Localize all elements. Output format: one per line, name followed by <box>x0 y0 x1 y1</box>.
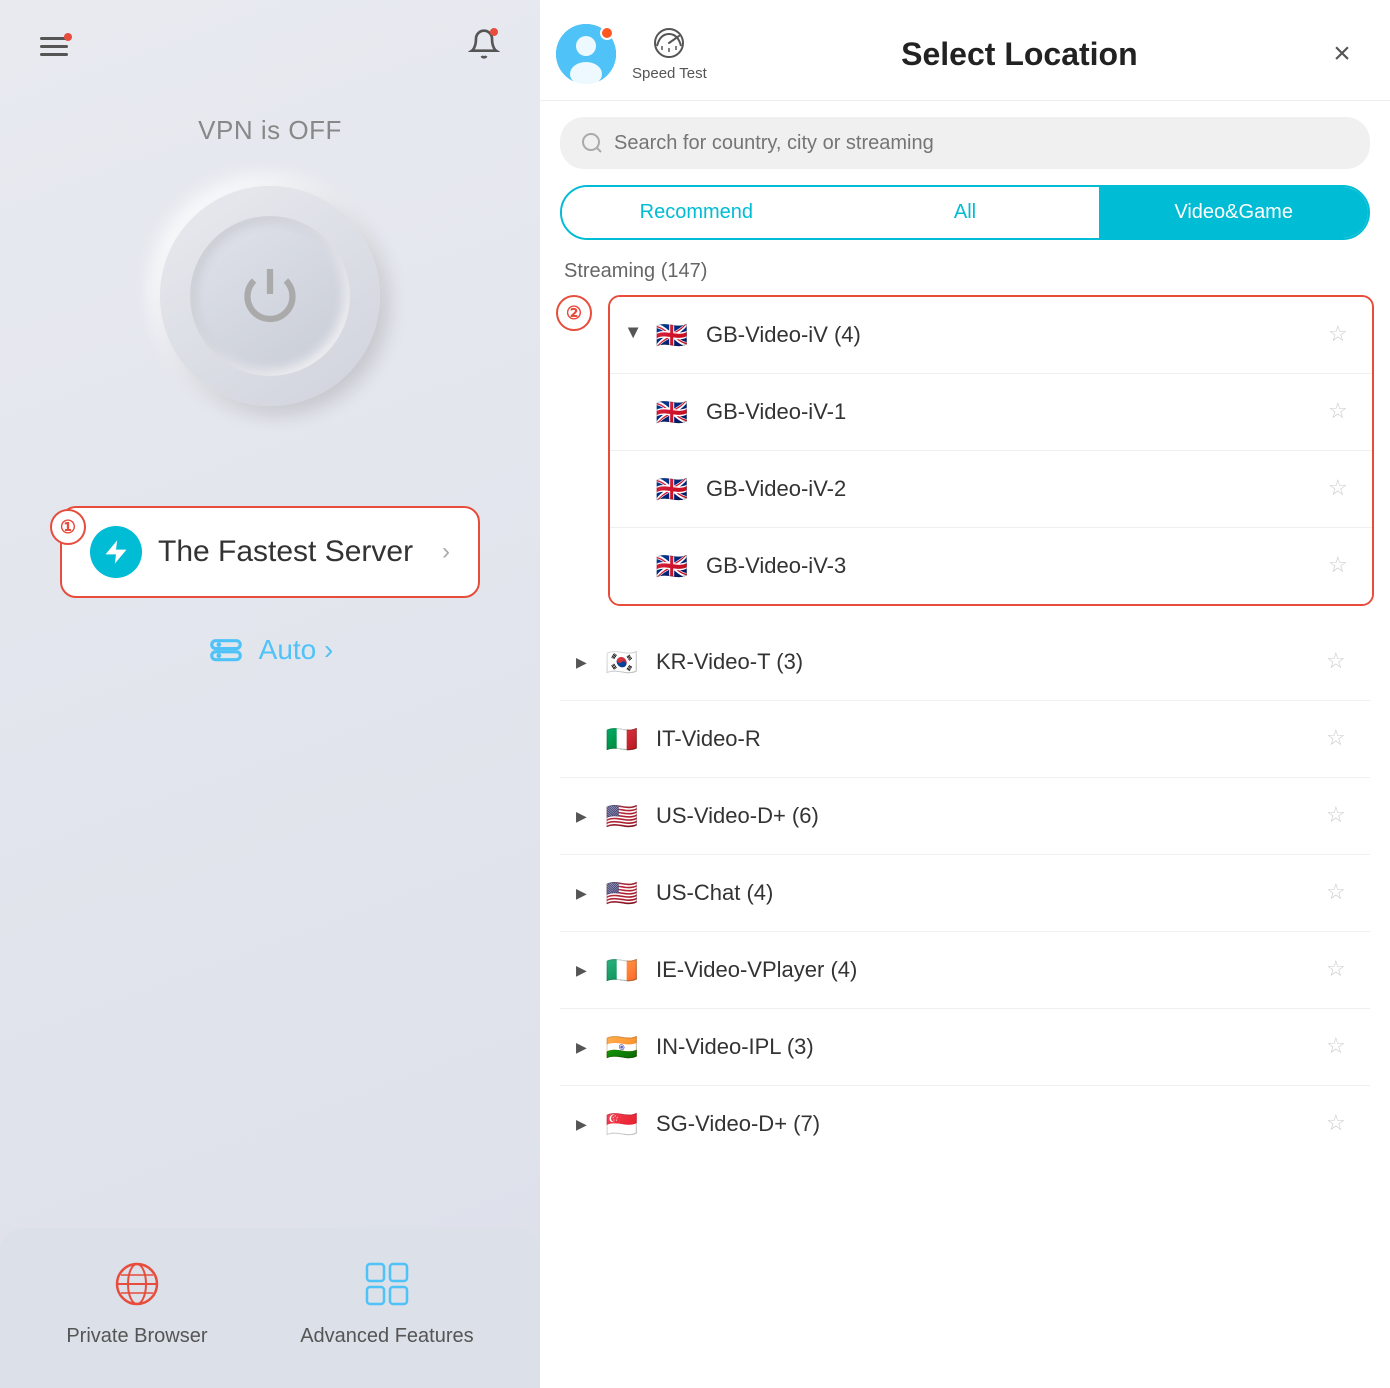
power-button[interactable] <box>160 186 380 406</box>
close-button[interactable]: × <box>1322 34 1362 74</box>
location-name-gb-video-iv-1: GB-Video-iV-1 <box>706 399 1328 425</box>
expand-arrow-us-chat: ▶ <box>576 885 592 902</box>
annotation-1: ① <box>50 509 86 545</box>
auto-button[interactable]: Auto › <box>207 628 334 671</box>
expand-arrow-us-video-dplus: ▶ <box>576 808 592 825</box>
annotation-2: ② <box>556 295 592 331</box>
expand-arrow-sg-video-dplus: ▶ <box>576 1116 592 1133</box>
location-group-gb-video-iv: ▶ 🇬🇧 GB-Video-iV (4) ☆ ▶ 🇬🇧 GB-Video-iV-… <box>608 295 1374 606</box>
lightning-icon <box>90 526 142 578</box>
location-item-sg-video-dplus[interactable]: ▶ 🇸🇬 SG-Video-D+ (7) ☆ <box>560 1086 1370 1162</box>
location-name-ie-video-vplayer: IE-Video-VPlayer (4) <box>656 957 1326 983</box>
private-browser-button[interactable]: Private Browser <box>66 1258 207 1348</box>
search-bar <box>560 117 1370 169</box>
menu-button[interactable] <box>40 37 68 56</box>
tabs-row: Recommend All Video&Game <box>560 185 1370 240</box>
star-it-video-r[interactable]: ☆ <box>1326 725 1354 753</box>
advanced-features-button[interactable]: Advanced Features <box>300 1258 473 1348</box>
avatar-notification-dot <box>600 26 614 40</box>
star-gb-video-iv-1[interactable]: ☆ <box>1328 398 1356 426</box>
auto-icon <box>207 628 245 671</box>
fastest-server-button[interactable]: The Fastest Server › <box>60 506 480 598</box>
location-item-gb-video-iv-2[interactable]: ▶ 🇬🇧 GB-Video-iV-2 ☆ <box>610 451 1372 528</box>
expand-arrow-in-video-ipl: ▶ <box>576 1039 592 1056</box>
expand-arrow-gb-video-iv: ▶ <box>626 327 643 343</box>
speed-test-label: Speed Test <box>632 65 707 82</box>
top-bar <box>30 0 510 85</box>
flag-gb-video-iv: 🇬🇧 <box>652 315 692 355</box>
search-input[interactable] <box>614 132 1350 155</box>
location-name-us-chat: US-Chat (4) <box>656 880 1326 906</box>
star-sg-video-dplus[interactable]: ☆ <box>1326 1110 1354 1138</box>
location-name-gb-video-iv-3: GB-Video-iV-3 <box>706 553 1328 579</box>
expand-arrow-kr-video-t: ▶ <box>576 654 592 671</box>
speed-test-icon <box>652 26 686 65</box>
fastest-server-chevron: › <box>442 538 450 566</box>
flag-gb-video-iv-3: 🇬🇧 <box>652 546 692 586</box>
tab-recommend[interactable]: Recommend <box>562 187 831 238</box>
location-item-gb-video-iv-1[interactable]: ▶ 🇬🇧 GB-Video-iV-1 ☆ <box>610 374 1372 451</box>
location-name-us-video-dplus: US-Video-D+ (6) <box>656 803 1326 829</box>
star-gb-video-iv[interactable]: ☆ <box>1328 321 1356 349</box>
right-header: Speed Test Select Location × <box>540 0 1390 101</box>
location-name-sg-video-dplus: SG-Video-D+ (7) <box>656 1111 1326 1137</box>
auto-label: Auto › <box>259 634 334 666</box>
star-in-video-ipl[interactable]: ☆ <box>1326 1033 1354 1061</box>
flag-us-video-dplus: 🇺🇸 <box>602 796 642 836</box>
star-us-video-dplus[interactable]: ☆ <box>1326 802 1354 830</box>
speed-test-button[interactable]: Speed Test <box>632 26 707 82</box>
vpn-status-label: VPN is OFF <box>198 115 342 146</box>
advanced-features-label: Advanced Features <box>300 1325 473 1348</box>
flag-sg-video-dplus: 🇸🇬 <box>602 1104 642 1144</box>
location-item-us-chat[interactable]: ▶ 🇺🇸 US-Chat (4) ☆ <box>560 855 1370 932</box>
tab-videogame[interactable]: Video&Game <box>1099 187 1368 238</box>
location-item-gb-video-iv[interactable]: ▶ 🇬🇧 GB-Video-iV (4) ☆ <box>610 297 1372 374</box>
location-item-kr-video-t[interactable]: ▶ 🇰🇷 KR-Video-T (3) ☆ <box>560 624 1370 701</box>
location-name-gb-video-iv: GB-Video-iV (4) <box>706 322 1328 348</box>
star-gb-video-iv-3[interactable]: ☆ <box>1328 552 1356 580</box>
flag-gb-video-iv-2: 🇬🇧 <box>652 469 692 509</box>
plain-location-list: ▶ 🇰🇷 KR-Video-T (3) ☆ ▶ 🇮🇹 IT-Video-R ☆ … <box>556 624 1374 1162</box>
star-ie-video-vplayer[interactable]: ☆ <box>1326 956 1354 984</box>
flag-in-video-ipl: 🇮🇳 <box>602 1027 642 1067</box>
expand-arrow-ie-video-vplayer: ▶ <box>576 962 592 979</box>
avatar[interactable] <box>556 24 616 84</box>
location-name-it-video-r: IT-Video-R <box>656 726 1326 752</box>
private-browser-label: Private Browser <box>66 1325 207 1348</box>
flag-us-chat: 🇺🇸 <box>602 873 642 913</box>
streaming-header: Streaming (147) <box>540 256 1390 295</box>
left-panel: VPN is OFF ① The Fastest Server › <box>0 0 540 1388</box>
flag-it-video-r: 🇮🇹 <box>602 719 642 759</box>
private-browser-icon <box>111 1258 163 1315</box>
location-item-gb-video-iv-3[interactable]: ▶ 🇬🇧 GB-Video-iV-3 ☆ <box>610 528 1372 604</box>
flag-kr-video-t: 🇰🇷 <box>602 642 642 682</box>
location-item-us-video-dplus[interactable]: ▶ 🇺🇸 US-Video-D+ (6) ☆ <box>560 778 1370 855</box>
location-item-ie-video-vplayer[interactable]: ▶ 🇮🇪 IE-Video-VPlayer (4) ☆ <box>560 932 1370 1009</box>
search-icon <box>580 131 604 155</box>
power-icon <box>240 264 300 329</box>
power-button-inner <box>190 216 350 376</box>
right-panel: Speed Test Select Location × Recommend A… <box>540 0 1390 1388</box>
star-kr-video-t[interactable]: ☆ <box>1326 648 1354 676</box>
location-item-it-video-r[interactable]: ▶ 🇮🇹 IT-Video-R ☆ <box>560 701 1370 778</box>
bottom-bar: Private Browser Advanced Features <box>0 1228 540 1388</box>
location-list: ② ▶ 🇬🇧 GB-Video-iV (4) ☆ ▶ 🇬🇧 GB-Video-i… <box>540 295 1390 1388</box>
star-us-chat[interactable]: ☆ <box>1326 879 1354 907</box>
advanced-features-icon <box>361 1258 413 1315</box>
select-location-title: Select Location <box>733 36 1306 73</box>
location-name-in-video-ipl: IN-Video-IPL (3) <box>656 1034 1326 1060</box>
notification-bell-button[interactable] <box>468 28 500 65</box>
flag-gb-video-iv-1: 🇬🇧 <box>652 392 692 432</box>
flag-ie-video-vplayer: 🇮🇪 <box>602 950 642 990</box>
location-item-in-video-ipl[interactable]: ▶ 🇮🇳 IN-Video-IPL (3) ☆ <box>560 1009 1370 1086</box>
star-gb-video-iv-2[interactable]: ☆ <box>1328 475 1356 503</box>
location-name-kr-video-t: KR-Video-T (3) <box>656 649 1326 675</box>
tab-all[interactable]: All <box>831 187 1100 238</box>
location-name-gb-video-iv-2: GB-Video-iV-2 <box>706 476 1328 502</box>
fastest-server-label: The Fastest Server <box>158 535 426 569</box>
